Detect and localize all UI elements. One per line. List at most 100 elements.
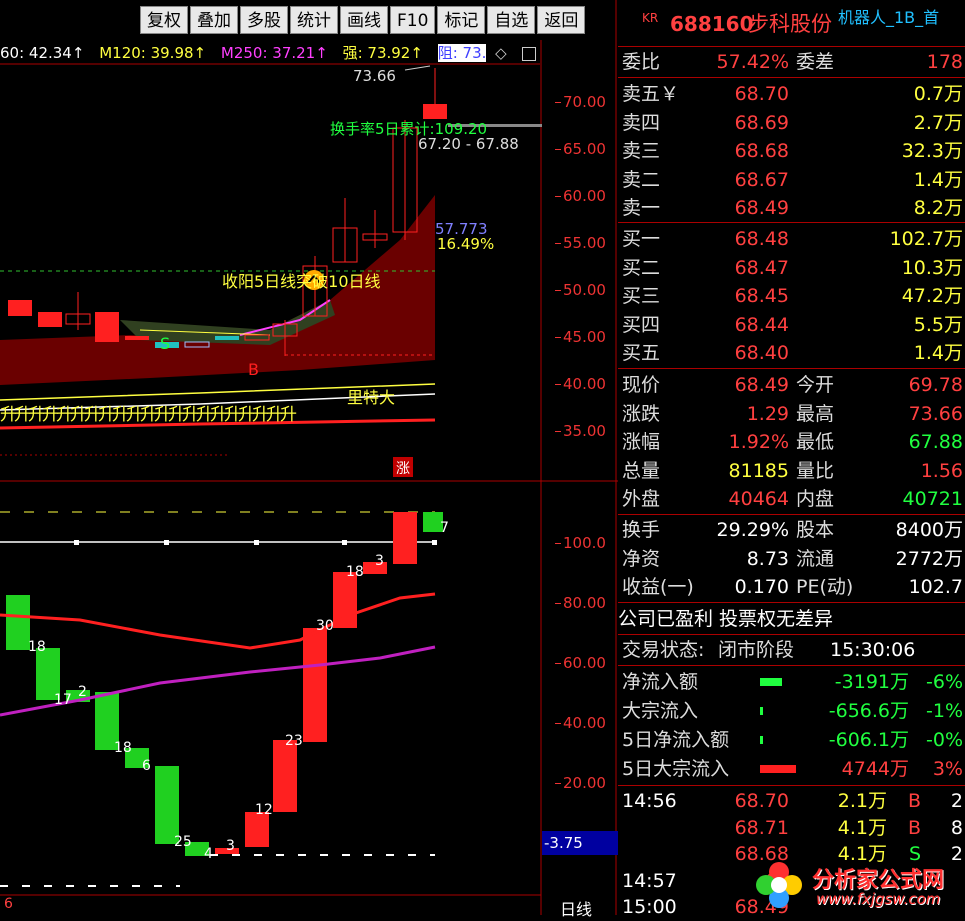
level-price: 68.67 [734, 168, 789, 191]
quote-label: 今开 [796, 374, 835, 396]
quote-label: 量比 [796, 459, 835, 482]
stock-tag: 机器人_1B_首 [838, 8, 940, 27]
flow-label: 5日净流入额 [622, 729, 730, 751]
level-label: 卖五￥ [622, 83, 680, 105]
buy-level-row: 买五 68.40 1.4万 [618, 339, 965, 367]
high-price-label: 73.66 [353, 67, 396, 85]
sell-level-row: 卖五￥ 68.70 0.7万 [618, 80, 965, 108]
quote-value: 81185 [728, 459, 789, 482]
flow-label: 大宗流入 [622, 700, 699, 722]
flow-value: -3191万 [834, 671, 909, 693]
flow-row: 5日净流入额 -606.1万 -0% [618, 726, 965, 754]
kline-chart[interactable] [0, 0, 618, 915]
level-price: 68.70 [734, 83, 789, 105]
fund-label: 流通 [796, 547, 835, 570]
quote-value: 69.78 [908, 374, 963, 396]
candles [8, 68, 542, 356]
quote-value: 40721 [902, 488, 963, 510]
level-volume: 47.2万 [901, 285, 963, 307]
level-volume: 0.7万 [913, 83, 963, 105]
fund-value: 102.7 [908, 576, 963, 598]
fund-label: PE(动) [796, 576, 854, 598]
rise-row: 升升升升升升升升升升升升升升升升升升升升升 [0, 405, 297, 425]
level-volume: 10.3万 [901, 256, 963, 279]
tick-price: 68.70 [734, 790, 789, 812]
level-label: 买二 [622, 256, 661, 279]
level-price: 68.69 [734, 111, 789, 134]
flow-pct: 3% [932, 758, 963, 780]
tick-count: 8 [950, 816, 963, 839]
period-label[interactable]: 日线 [560, 896, 592, 920]
level-volume: 1.4万 [913, 342, 963, 364]
level-price: 68.45 [734, 285, 789, 307]
buy-level-row: 买一 68.48 102.7万 [618, 225, 965, 253]
fund-label: 净资 [622, 547, 661, 570]
tick-volume: 2.1万 [837, 790, 887, 812]
level-label: 买三 [622, 285, 661, 307]
buy-level-row: 买二 68.47 10.3万 [618, 254, 965, 282]
fund-value: 2772万 [895, 547, 963, 570]
buy-level-row: 买四 68.44 5.5万 [618, 311, 965, 339]
quote-row: 外盘 40464 内盘 40721 [618, 485, 965, 513]
level-volume: 2.7万 [913, 111, 963, 134]
fund-label: 收益(一) [622, 576, 694, 598]
quote-panel: KR 688160 步科股份 机器人_1B_首 委比 57.42% 委差 178… [618, 0, 965, 918]
profit-row: 公司已盈利 投票权无差异 [618, 608, 834, 630]
level-label: 卖四 [622, 111, 661, 134]
quote-row: 现价 68.49 今开 69.78 [618, 371, 965, 399]
watermark-url: www.fxjgsw.com [816, 890, 941, 908]
range-label: 67.20 - 67.88 [418, 135, 519, 153]
level-volume: 8.2万 [913, 197, 963, 219]
fund-row: 净资 8.73 流通 2772万 [618, 545, 965, 573]
trade-status-row: 交易状态: 闭市阶段 15:30:06 [622, 639, 916, 661]
s-mark: S [160, 334, 171, 353]
sell-level-row: 卖三 68.68 32.3万 [618, 137, 965, 165]
level-price: 68.40 [734, 342, 789, 364]
level-volume: 32.3万 [901, 140, 963, 162]
stock-code: 688160 [670, 12, 754, 36]
quote-row: 涨幅 1.92% 最低 67.88 [618, 428, 965, 456]
buy-level-row: 买三 68.45 47.2万 [618, 282, 965, 310]
flow-label: 5日大宗流入 [622, 758, 730, 780]
level-label: 买四 [622, 313, 661, 336]
flow-label: 净流入额 [622, 671, 699, 693]
stock-header: KR 688160 步科股份 机器人_1B_首 [618, 6, 965, 42]
flow-bar [760, 765, 796, 773]
quote-value: 68.49 [734, 374, 789, 396]
fund-value: 8400万 [895, 519, 963, 541]
quote-label: 内盘 [796, 488, 835, 510]
tick-side: B [907, 816, 921, 839]
level-price: 68.44 [734, 313, 789, 336]
pct-label: 16.49% [437, 235, 495, 253]
flow-row: 净流入额 -3191万 -6% [618, 668, 965, 696]
fund-value: 8.73 [746, 547, 789, 570]
weibi-row: 委比 57.42% 委差 178 [622, 51, 963, 73]
level-volume: 102.7万 [889, 228, 963, 250]
level-label: 买一 [622, 228, 661, 250]
stock-name: 步科股份 [748, 12, 832, 36]
quote-value: 1.29 [746, 402, 789, 425]
level-label: 卖一 [622, 197, 661, 219]
code-prefix: KR [642, 11, 659, 25]
quote-value: 73.66 [908, 402, 963, 425]
sell-level-row: 卖一 68.49 8.2万 [618, 194, 965, 222]
tick-count: 2 [950, 790, 963, 812]
flow-row: 大宗流入 -656.6万 -1% [618, 697, 965, 725]
bottom-left-num: 6 [4, 896, 13, 912]
flow-bar [760, 678, 782, 686]
fund-value: 0.170 [734, 576, 789, 598]
tick-time: 15:00 [622, 896, 677, 918]
zhang-badge: 涨 [396, 461, 410, 477]
fund-label: 股本 [796, 519, 835, 541]
tick-row: 68.71 4.1万 B 8 [618, 814, 965, 842]
quote-label: 最低 [796, 431, 835, 453]
tick-time: 14:56 [622, 790, 677, 812]
quote-label: 外盘 [622, 488, 661, 510]
level-price: 68.49 [734, 197, 789, 219]
quote-label: 涨跌 [622, 402, 661, 425]
tick-row: 14:56 68.70 2.1万 B 2 [618, 787, 965, 815]
quote-value: 1.56 [920, 459, 963, 482]
flow-value: -606.1万 [828, 729, 909, 751]
level-price: 68.68 [734, 140, 789, 162]
sell-level-row: 卖二 68.67 1.4万 [618, 166, 965, 194]
